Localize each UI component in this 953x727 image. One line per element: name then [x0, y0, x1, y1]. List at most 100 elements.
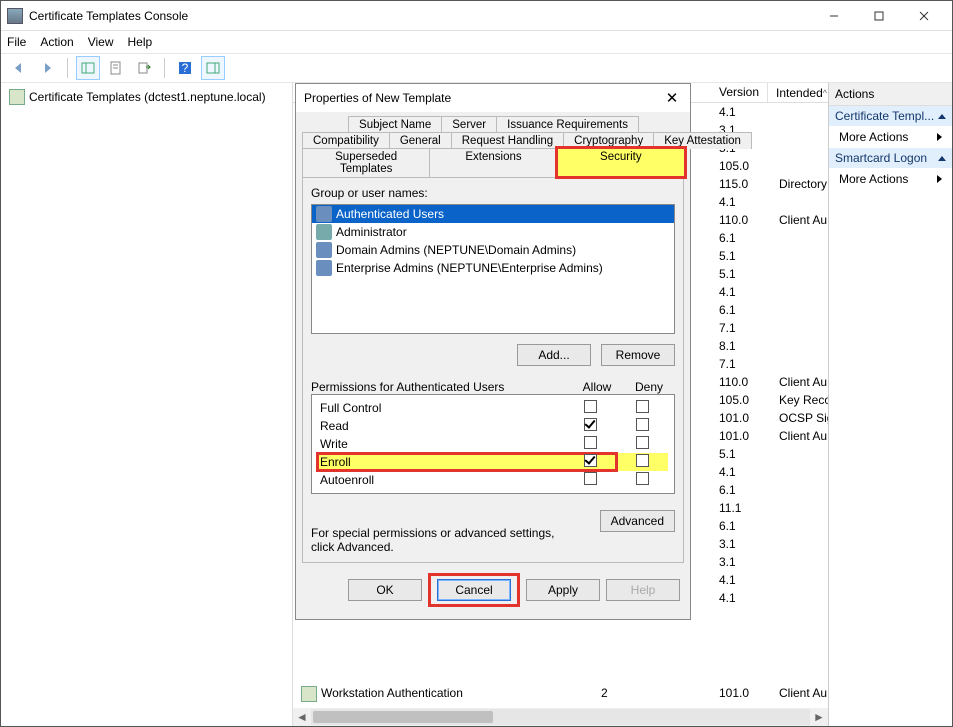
allow-checkbox[interactable]	[584, 418, 597, 431]
scroll-right-icon[interactable]: ►	[810, 709, 828, 725]
forward-button[interactable]	[35, 56, 59, 80]
cell-version: 6.1	[711, 230, 771, 246]
group-names-label: Group or user names:	[311, 186, 675, 200]
table-row[interactable]: Workstation Authentication2101.0Client A…	[293, 684, 828, 704]
help-button-dialog[interactable]: Help	[606, 579, 680, 601]
cell-intended	[771, 500, 828, 516]
toolbar-doc-button[interactable]	[104, 56, 128, 80]
cell-version: 101.0	[711, 428, 771, 444]
deny-checkbox[interactable]	[636, 400, 649, 413]
permission-row: Autoenroll	[318, 471, 668, 489]
horizontal-scrollbar[interactable]: ◄ ►	[293, 708, 828, 726]
tab-key-attestation[interactable]: Key Attestation	[653, 132, 752, 149]
scrollbar-track[interactable]	[311, 709, 810, 725]
ok-button[interactable]: OK	[348, 579, 422, 601]
tab-server[interactable]: Server	[441, 116, 497, 133]
deny-checkbox[interactable]	[636, 472, 649, 485]
toolbar-divider	[67, 58, 68, 78]
cell-version: 4.1	[711, 194, 771, 210]
add-button[interactable]: Add...	[517, 344, 591, 366]
permission-name: Write	[318, 437, 564, 451]
cell-version: 105.0	[711, 158, 771, 174]
toolbar-export-button[interactable]	[132, 56, 156, 80]
group-item[interactable]: Enterprise Admins (NEPTUNE\Enterprise Ad…	[312, 259, 674, 277]
advanced-button[interactable]: Advanced	[600, 510, 675, 532]
cell-intended	[771, 356, 828, 372]
actions-more-actions-2[interactable]: More Actions	[829, 168, 952, 190]
group-item[interactable]: Administrator	[312, 223, 674, 241]
cell-intended: Client Au	[771, 374, 828, 390]
dialog-close-button[interactable]: ✕	[662, 89, 682, 107]
tab-request-handling[interactable]: Request Handling	[451, 132, 564, 149]
cell-version: 4.1	[711, 104, 771, 120]
tab-general[interactable]: General	[389, 132, 452, 149]
group-list[interactable]: Authenticated Users Administrator Domain A…	[311, 204, 675, 334]
cancel-highlight: Cancel	[428, 573, 520, 607]
group-item[interactable]: Domain Admins (NEPTUNE\Domain Admins)	[312, 241, 674, 259]
menu-help[interactable]: Help	[128, 35, 153, 49]
tab-extensions[interactable]: Extensions	[429, 148, 557, 177]
cell-intended: OCSP Sig	[771, 410, 828, 426]
cell-version: 101.0	[711, 685, 771, 703]
cell-intended	[771, 302, 828, 318]
group-name: Domain Admins (NEPTUNE\Domain Admins)	[336, 243, 576, 257]
cell-intended	[771, 194, 828, 210]
toolbar: ?	[1, 53, 952, 83]
cell-intended	[771, 590, 828, 606]
tree-node-label: Certificate Templates (dctest1.neptune.l…	[29, 90, 266, 104]
tab-compatibility[interactable]: Compatibility	[302, 132, 390, 149]
allow-checkbox[interactable]	[584, 454, 597, 467]
cell-intended: Directory	[771, 176, 828, 192]
tab-security[interactable]: Security	[557, 148, 685, 177]
remove-button[interactable]: Remove	[601, 344, 675, 366]
svg-text:?: ?	[182, 61, 189, 75]
help-button[interactable]: ?	[173, 56, 197, 80]
minimize-button[interactable]	[811, 2, 856, 30]
toolbar-panel-button[interactable]	[76, 56, 100, 80]
column-version[interactable]: Version	[711, 83, 768, 102]
cell-version: 5.1	[711, 446, 771, 462]
scrollbar-thumb[interactable]	[313, 711, 493, 723]
app-icon	[7, 8, 23, 24]
cell-intended: Key Reco	[771, 392, 828, 408]
menu-action[interactable]: Action	[40, 35, 73, 49]
cell-intended	[771, 230, 828, 246]
properties-dialog: Properties of New Template ✕ Subject Nam…	[295, 83, 691, 620]
cell-intended	[771, 536, 828, 552]
apply-button[interactable]: Apply	[526, 579, 600, 601]
cell-col2: 2	[593, 685, 711, 703]
group-name: Authenticated Users	[336, 207, 444, 221]
cancel-button[interactable]: Cancel	[437, 579, 511, 601]
sort-indicator-icon: ^	[823, 88, 827, 98]
tab-subject-name[interactable]: Subject Name	[348, 116, 442, 133]
back-button[interactable]	[7, 56, 31, 80]
allow-checkbox[interactable]	[584, 472, 597, 485]
maximize-button[interactable]	[856, 2, 901, 30]
actions-section-smartcard-logon[interactable]: Smartcard Logon	[829, 148, 952, 168]
close-button[interactable]	[901, 2, 946, 30]
tab-superseded-templates[interactable]: Superseded Templates	[302, 148, 430, 177]
cell-version: 4.1	[711, 464, 771, 480]
allow-checkbox[interactable]	[584, 436, 597, 449]
deny-checkbox[interactable]	[636, 436, 649, 449]
scroll-left-icon[interactable]: ◄	[293, 709, 311, 725]
menu-view[interactable]: View	[88, 35, 114, 49]
tab-issuance-requirements[interactable]: Issuance Requirements	[496, 116, 639, 133]
column-intended[interactable]: Intended ^	[768, 83, 828, 102]
actions-more-actions-1[interactable]: More Actions	[829, 126, 952, 148]
toolbar-panel2-button[interactable]	[201, 56, 225, 80]
tree-node-certificate-templates[interactable]: Certificate Templates (dctest1.neptune.l…	[5, 87, 288, 107]
user-icon	[316, 224, 332, 240]
allow-checkbox[interactable]	[584, 400, 597, 413]
group-item[interactable]: Authenticated Users	[312, 205, 674, 223]
cell-intended	[771, 284, 828, 300]
deny-checkbox[interactable]	[636, 454, 649, 467]
cell-version: 6.1	[711, 482, 771, 498]
permission-row: Full Control	[318, 399, 668, 417]
actions-section-certificate-templates[interactable]: Certificate Templ...	[829, 106, 952, 126]
deny-checkbox[interactable]	[636, 418, 649, 431]
tab-cryptography[interactable]: Cryptography	[563, 132, 654, 149]
cell-intended	[771, 338, 828, 354]
menu-file[interactable]: File	[7, 35, 26, 49]
cell-version: 6.1	[711, 302, 771, 318]
